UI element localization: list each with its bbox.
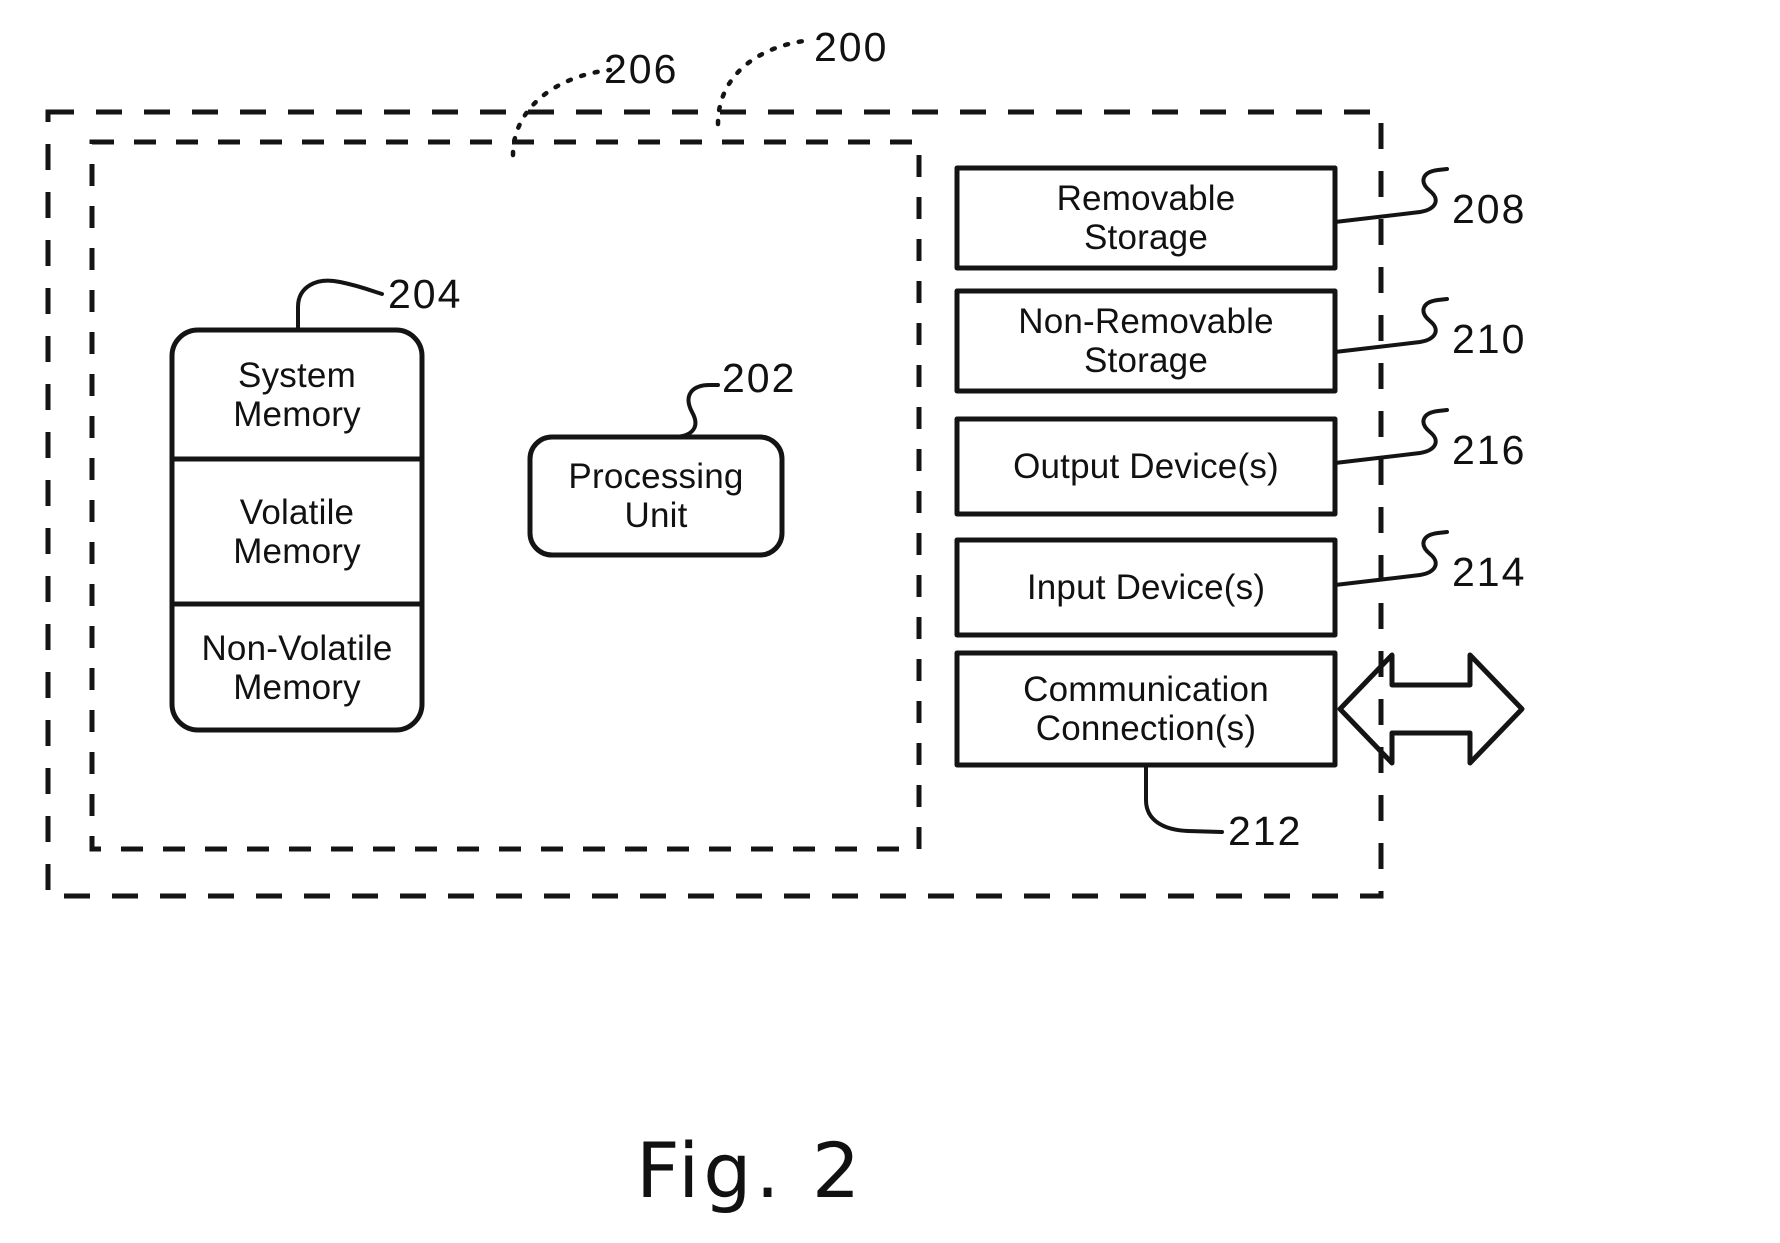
reference-numeral-200: 200: [814, 24, 889, 70]
non-removable-storage-label: Non-Removable Storage: [1018, 301, 1274, 380]
output-devices-label: Output Device(s): [1013, 446, 1279, 486]
leader-210: [1333, 297, 1449, 354]
removable-storage-label: Removable Storage: [1056, 178, 1236, 257]
figure-caption: Fig. 2: [636, 1126, 865, 1215]
communication-double-arrow: [1337, 652, 1525, 766]
leader-204: [296, 278, 384, 332]
reference-numeral-204: 204: [388, 271, 463, 317]
reference-numeral-210: 210: [1452, 316, 1527, 362]
volatile-memory-label: Volatile Memory: [233, 492, 361, 571]
leader-214: [1333, 530, 1449, 587]
leader-206: [510, 67, 613, 158]
reference-numeral-208: 208: [1452, 186, 1527, 232]
leader-200: [715, 37, 815, 127]
reference-numeral-202: 202: [722, 355, 797, 401]
processing-unit-label: Processing Unit: [568, 456, 744, 535]
reference-numeral-212: 212: [1228, 808, 1303, 854]
system-memory-label: System Memory: [233, 355, 361, 434]
communication-connections-label: Communication Connection(s): [1023, 669, 1269, 748]
patent-figure-2: .stroke { fill: none; stroke: #141414; s…: [0, 0, 1780, 1243]
input-devices-label: Input Device(s): [1026, 567, 1266, 607]
reference-numeral-216: 216: [1452, 427, 1527, 473]
leader-212: [1144, 763, 1224, 834]
reference-numeral-206: 206: [604, 46, 679, 92]
non-volatile-memory-label: Non-Volatile Memory: [201, 628, 393, 707]
leader-216: [1333, 408, 1449, 465]
leader-208: [1333, 167, 1449, 224]
leader-202: [618, 383, 720, 439]
reference-numeral-214: 214: [1452, 549, 1527, 595]
